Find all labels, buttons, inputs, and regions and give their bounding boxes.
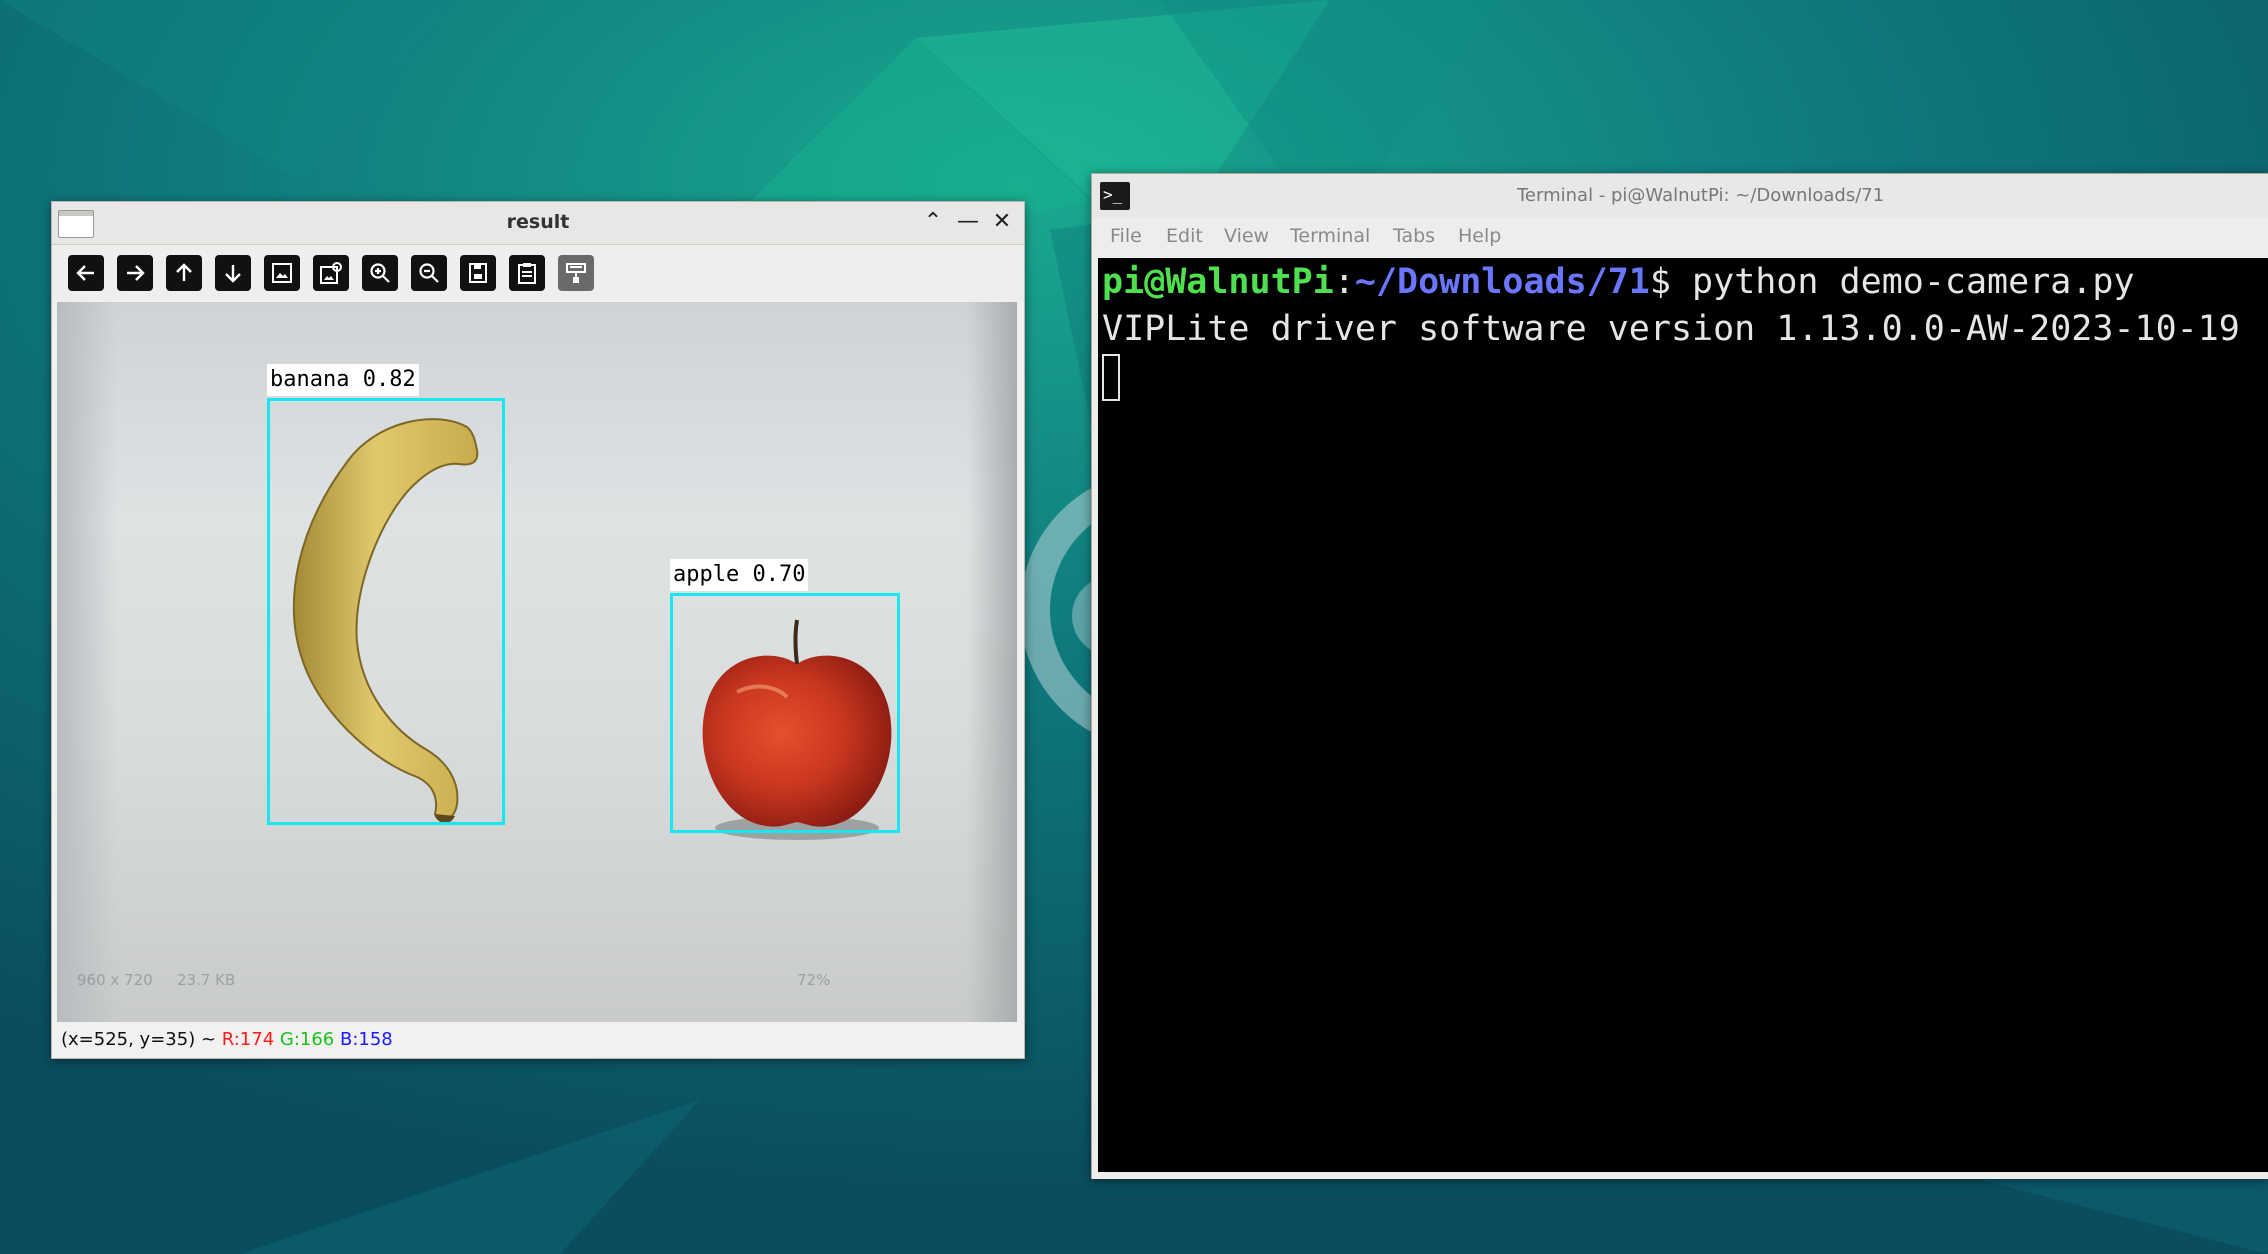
- banana-detection-label: banana 0.82: [267, 364, 419, 396]
- arrow-down-icon: [225, 265, 241, 283]
- pan-down-button[interactable]: [215, 255, 251, 291]
- overlay-size-text: 960 x 720: [77, 971, 153, 989]
- zoom-in-icon: [370, 263, 390, 283]
- properties-icon: [566, 263, 586, 283]
- apple-detection-label: apple 0.70: [670, 559, 809, 591]
- copy-to-clipboard-button[interactable]: [509, 255, 545, 291]
- zoom-to-fit-button[interactable]: [264, 255, 300, 291]
- output-line: VIPLite driver software version 1.13.0.0…: [1102, 309, 2240, 349]
- save-icon: [469, 263, 487, 283]
- camera-image-view[interactable]: banana 0.82 apple 0.70 960 x 720 23.7 KB…: [57, 302, 1017, 1022]
- pixel-status-bar: (x=525, y=35) ~ R:174 G:166 B:158: [52, 1023, 1024, 1057]
- arrow-left-icon: [76, 265, 94, 281]
- image-settings-icon: [320, 262, 342, 284]
- terminal-cursor: [1102, 354, 1120, 401]
- apple-detection-box: [670, 593, 900, 833]
- properties-button[interactable]: [558, 255, 594, 291]
- menu-terminal[interactable]: Terminal: [1290, 225, 1370, 247]
- maximize-button[interactable]: ⌃: [918, 207, 948, 237]
- menu-tabs[interactable]: Tabs: [1393, 225, 1435, 247]
- zoom-out-icon: [419, 263, 439, 283]
- prompt-separator: :: [1333, 262, 1355, 302]
- zoom-out-button[interactable]: [411, 255, 447, 291]
- typed-command: python demo-camera.py: [1692, 262, 2135, 302]
- terminal-menubar: File Edit View Terminal Tabs Help: [1092, 218, 2268, 254]
- prompt-path: ~/Downloads/71: [1354, 262, 1650, 302]
- terminal-window: >_ Terminal - pi@WalnutPi: ~/Downloads/7…: [1091, 173, 2268, 1179]
- result-titlebar[interactable]: result ⌃ — ✕: [52, 202, 1024, 245]
- menu-edit[interactable]: Edit: [1166, 225, 1203, 247]
- zoom-in-button[interactable]: [362, 255, 398, 291]
- arrow-up-icon: [176, 263, 192, 281]
- pan-up-button[interactable]: [166, 255, 202, 291]
- terminal-output-area[interactable]: pi@WalnutPi:~/Downloads/71$ python demo-…: [1098, 258, 2268, 1172]
- blue-value: B:158: [339, 1029, 393, 1050]
- result-window: result ⌃ — ✕ banana 0.82 apple 0.70 960 …: [51, 201, 1025, 1059]
- red-value: R:174: [221, 1029, 275, 1050]
- menu-view[interactable]: View: [1224, 225, 1269, 247]
- green-value: G:166: [279, 1029, 335, 1050]
- banana-detection-box: [267, 398, 505, 825]
- minimize-button[interactable]: —: [953, 207, 983, 237]
- prompt-user: pi@WalnutPi: [1102, 262, 1334, 302]
- overlay-zoom: 72%: [797, 971, 831, 989]
- cursor-coordinates: (x=525, y=35) ~: [61, 1029, 217, 1050]
- prompt-line: pi@WalnutPi:~/Downloads/71$ python demo-…: [1102, 262, 2135, 302]
- terminal-app-icon[interactable]: >_: [1100, 182, 1130, 210]
- pan-left-button[interactable]: [68, 255, 104, 291]
- pan-right-button[interactable]: [117, 255, 153, 291]
- overlay-file-size: 23.7 KB: [177, 971, 236, 989]
- terminal-title: Terminal - pi@WalnutPi: ~/Downloads/71: [1517, 185, 1885, 206]
- reflected-viewer-overlay: 960 x 720 23.7 KB 72%: [57, 957, 1017, 1003]
- prompt-dollar: $: [1649, 262, 1693, 302]
- menu-help[interactable]: Help: [1458, 225, 1501, 247]
- zoom-original-button[interactable]: [313, 255, 349, 291]
- terminal-titlebar[interactable]: >_ Terminal - pi@WalnutPi: ~/Downloads/7…: [1092, 174, 2268, 218]
- save-button[interactable]: [460, 255, 496, 291]
- image-icon: [272, 263, 292, 283]
- window-title: result: [506, 211, 570, 233]
- menu-file[interactable]: File: [1110, 225, 1142, 247]
- image-toolbar: [52, 245, 1024, 301]
- clipboard-icon: [518, 263, 536, 284]
- close-button[interactable]: ✕: [987, 207, 1017, 237]
- arrow-right-icon: [127, 265, 145, 281]
